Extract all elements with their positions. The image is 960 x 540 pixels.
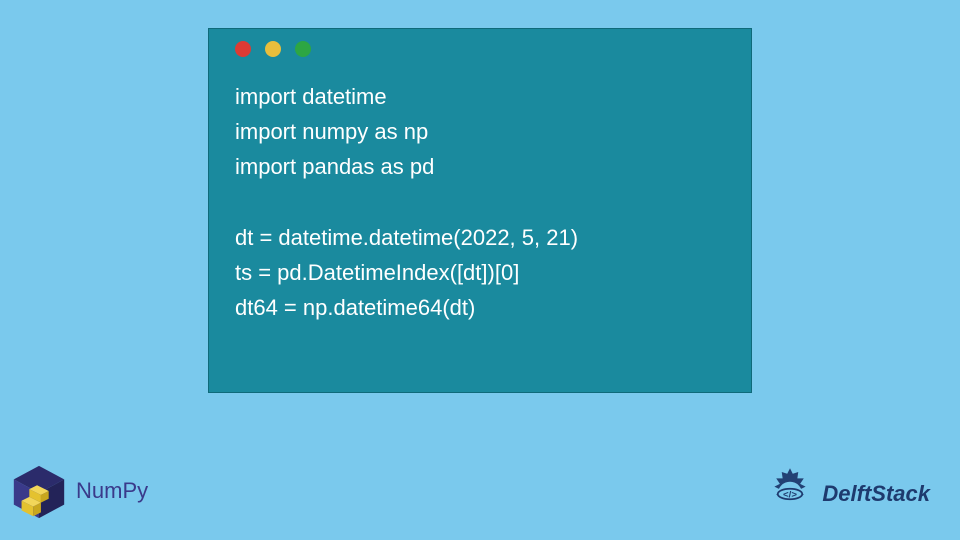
numpy-logo: NumPy (8, 460, 148, 522)
numpy-logo-text: NumPy (76, 478, 148, 504)
delftstack-logo: </> DelftStack (762, 466, 930, 522)
code-line: import numpy as np (235, 114, 725, 149)
svg-text:</>: </> (783, 490, 797, 501)
minimize-icon (265, 41, 281, 57)
code-blank-line (235, 185, 725, 220)
code-line: dt64 = np.datetime64(dt) (235, 290, 725, 325)
code-line: import pandas as pd (235, 149, 725, 184)
numpy-cube-icon (8, 460, 70, 522)
code-line: ts = pd.DatetimeIndex([dt])[0] (235, 255, 725, 290)
code-body: import datetime import numpy as np impor… (209, 69, 751, 345)
maximize-icon (295, 41, 311, 57)
delftstack-logo-text: DelftStack (822, 481, 930, 507)
mac-titlebar (209, 29, 751, 69)
code-window: import datetime import numpy as np impor… (208, 28, 752, 393)
close-icon (235, 41, 251, 57)
code-line: import datetime (235, 79, 725, 114)
delftstack-badge-icon: </> (762, 466, 818, 522)
code-line: dt = datetime.datetime(2022, 5, 21) (235, 220, 725, 255)
